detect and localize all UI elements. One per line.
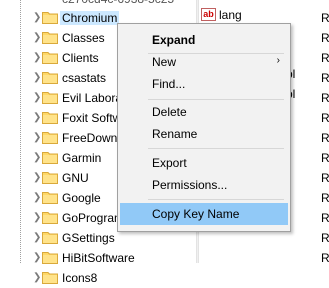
menu-item-label: Delete xyxy=(152,105,187,119)
menu-item-permissions[interactable]: Permissions... xyxy=(120,174,288,196)
tree-item-label: Clients xyxy=(62,51,99,65)
folder-icon xyxy=(42,171,58,184)
folder-icon xyxy=(42,51,58,64)
value-type-text: R xyxy=(321,131,329,145)
folder-icon xyxy=(42,111,58,124)
menu-item-find[interactable]: Find... xyxy=(120,73,288,95)
tree-item-label: Google xyxy=(62,191,101,205)
value-type-text: R xyxy=(321,191,329,205)
folder-icon xyxy=(42,151,58,164)
tree-item-label: GNU xyxy=(62,171,89,185)
context-menu[interactable]: Expand New › Find... Delete Rename Expor… xyxy=(117,23,291,232)
value-type-text: R xyxy=(321,171,329,185)
folder-icon xyxy=(42,191,58,204)
value-row[interactable]: R xyxy=(199,248,329,263)
menu-item-label: Rename xyxy=(152,127,198,141)
folder-icon xyxy=(42,231,58,244)
folder-icon xyxy=(42,11,58,24)
value-type-text: R xyxy=(321,71,329,85)
partial-key-label[interactable]: c270cd4c-6938-5c25 xyxy=(62,0,174,6)
menu-item-label: Expand xyxy=(152,33,196,47)
value-type-text: R xyxy=(321,11,329,25)
menu-separator xyxy=(148,148,284,149)
value-type-text: R xyxy=(321,51,329,65)
menu-item-export[interactable]: Export xyxy=(120,152,288,174)
value-type-text: R xyxy=(321,111,329,125)
menu-separator xyxy=(148,199,284,200)
menu-item-expand[interactable]: Expand xyxy=(120,29,288,51)
menu-item-label: Permissions... xyxy=(152,178,228,192)
value-type-text: R xyxy=(321,211,329,225)
menu-item-new[interactable]: New › xyxy=(120,51,288,73)
tree-item-label: Garmin xyxy=(62,151,102,165)
tree-item-label: Classes xyxy=(62,31,105,45)
tree-item-label: Icons8 xyxy=(62,271,98,285)
menu-separator xyxy=(148,99,284,100)
menu-item-label: Copy Key Name xyxy=(152,207,240,221)
folder-icon xyxy=(42,251,58,264)
chevron-right-icon: › xyxy=(276,55,280,66)
tree-item[interactable]: ❯ HiBitSoftware xyxy=(0,248,196,268)
value-type-text: R xyxy=(321,31,329,45)
value-type-text: R xyxy=(321,151,329,165)
folder-icon xyxy=(42,211,58,224)
folder-icon xyxy=(42,91,58,104)
tree-item-label: GoProgram xyxy=(62,211,125,225)
menu-item-label: Find... xyxy=(152,77,186,91)
menu-item-delete[interactable]: Delete xyxy=(120,101,288,123)
menu-item-label: Export xyxy=(152,156,187,170)
menu-item-rename[interactable]: Rename xyxy=(120,123,288,145)
menu-item-copy-key-name[interactable]: Copy Key Name xyxy=(120,203,288,225)
tree-item-label: Evil Labora xyxy=(62,91,123,105)
menu-item-label: New xyxy=(152,55,177,69)
folder-icon xyxy=(42,71,58,84)
folder-icon xyxy=(42,271,58,284)
value-type-text: R xyxy=(321,91,329,105)
folder-icon xyxy=(42,131,58,144)
tree-item-label: Chromium xyxy=(60,11,120,25)
value-type-text: R xyxy=(321,251,329,263)
tree-item-label: FreeDown xyxy=(62,131,118,145)
tree-item[interactable]: ❯ Icons8 xyxy=(0,268,196,288)
tree-item-label: GSettings xyxy=(62,231,115,245)
value-type-text: R xyxy=(321,231,329,245)
tree-item-label: Foxit Softw xyxy=(62,111,122,125)
folder-icon xyxy=(42,31,58,44)
tree-item-label: csastats xyxy=(62,71,107,85)
